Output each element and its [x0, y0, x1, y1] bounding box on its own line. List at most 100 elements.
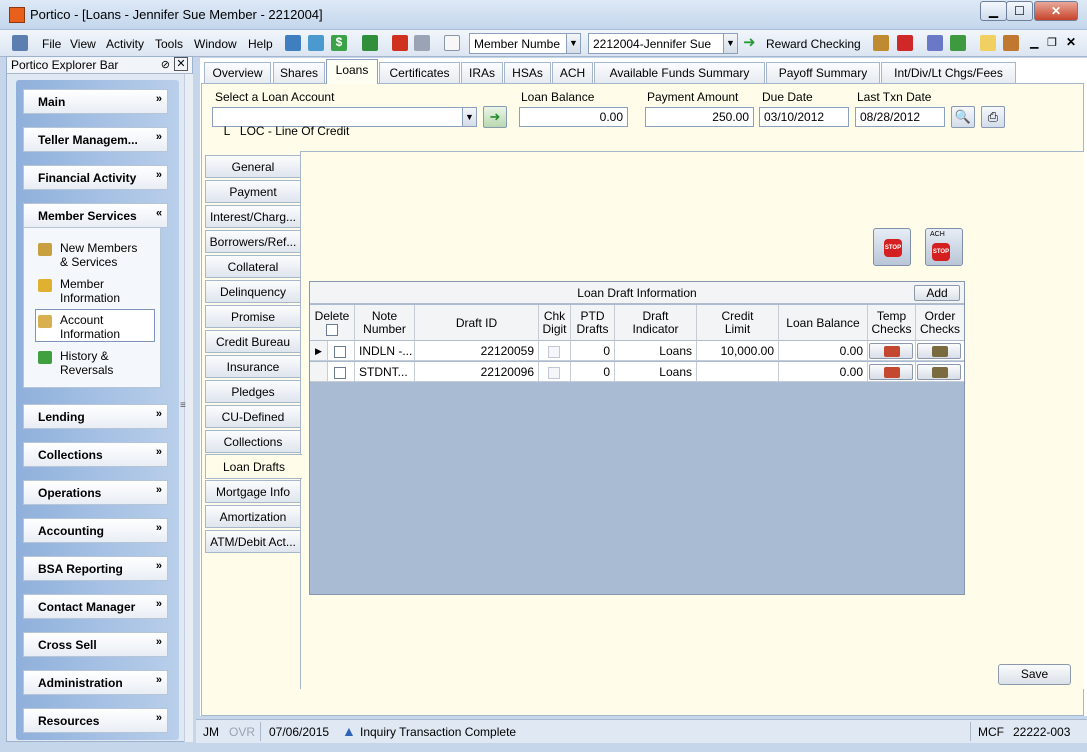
select-all-checkbox[interactable]: [326, 324, 338, 337]
menu-file[interactable]: File: [42, 37, 61, 51]
explorer-group-contact-manager[interactable]: Contact Manager »: [23, 594, 168, 619]
table-row[interactable]: STDNT... 22120096 0 Loans 0.00: [310, 362, 964, 382]
nav-label: & Services: [60, 255, 118, 269]
explorer-group-lending[interactable]: Lending »: [23, 404, 168, 429]
temp-checks-button[interactable]: [869, 343, 913, 359]
side-tab-promise[interactable]: Promise: [205, 305, 301, 328]
print-button[interactable]: ⎙: [981, 106, 1005, 128]
chevron-down-icon[interactable]: ▼: [723, 34, 737, 53]
mail-icon[interactable]: [980, 35, 996, 51]
splitter-grip-icon[interactable]: ≡: [180, 400, 186, 411]
side-tab-delinquency[interactable]: Delinquency: [205, 280, 301, 303]
cash-drawer-icon[interactable]: [362, 35, 378, 51]
side-tab-cu-defined[interactable]: CU-Defined: [205, 405, 301, 428]
ptd-drafts-cell[interactable]: 0: [571, 362, 615, 382]
menu-window[interactable]: Window: [194, 37, 237, 51]
explorer-group-teller[interactable]: Teller Managem... »: [23, 127, 168, 152]
tab-ach[interactable]: ACH: [552, 62, 593, 83]
tab-int-div-fees[interactable]: Int/Div/Lt Chgs/Fees: [881, 62, 1016, 83]
menu-view[interactable]: View: [70, 37, 96, 51]
tab-available-funds[interactable]: Available Funds Summary: [594, 62, 765, 83]
temp-checks-button[interactable]: [869, 364, 913, 380]
explorer-group-administration[interactable]: Administration »: [23, 670, 168, 695]
side-tab-collateral[interactable]: Collateral: [205, 255, 301, 278]
side-tab-credit-bureau[interactable]: Credit Bureau: [205, 330, 301, 353]
side-tab-collections[interactable]: Collections: [205, 430, 301, 453]
save-button[interactable]: Save: [998, 664, 1071, 685]
explorer-group-cross-sell[interactable]: Cross Sell »: [23, 632, 168, 657]
tab-loans[interactable]: Loans: [326, 59, 378, 84]
tab-hsas[interactable]: HSAs: [504, 62, 551, 83]
nav-member-information[interactable]: Member Information: [38, 277, 180, 305]
member-lookup-combo[interactable]: Member Numbe ▼: [469, 33, 581, 54]
tab-payoff-summary[interactable]: Payoff Summary: [766, 62, 880, 83]
order-checks-button[interactable]: [917, 364, 961, 380]
go-loan-button[interactable]: ➜: [483, 106, 507, 128]
menu-tools[interactable]: Tools: [155, 37, 183, 51]
table-row[interactable]: ▶ INDLN -... 22120059 0 Loans 10,000.00 …: [310, 341, 964, 361]
member-select-combo[interactable]: 2212004-Jennifer Sue ▼: [588, 33, 738, 54]
side-tab-amortization[interactable]: Amortization: [205, 505, 301, 528]
explorer-close-icon[interactable]: ✕: [174, 57, 188, 71]
explorer-group-operations[interactable]: Operations »: [23, 480, 168, 505]
side-tab-mortgage-info[interactable]: Mortgage Info: [205, 480, 301, 503]
delete-checkbox[interactable]: [334, 345, 346, 358]
side-tab-pledges[interactable]: Pledges: [205, 380, 301, 403]
dollar-icon[interactable]: $: [331, 35, 347, 51]
user-folder-icon[interactable]: [1003, 35, 1019, 51]
nav-history-reversals[interactable]: History & Reversals: [38, 349, 180, 377]
nav-account-information[interactable]: Account Information: [38, 313, 180, 341]
side-tab-interest[interactable]: Interest/Charg...: [205, 205, 301, 228]
card-icon[interactable]: [308, 35, 324, 51]
people-icon[interactable]: [873, 35, 889, 51]
tab-overview[interactable]: Overview: [204, 62, 271, 83]
maximize-button[interactable]: ☐: [1006, 1, 1033, 21]
nav-label: History &: [60, 349, 109, 363]
explorer-group-resources[interactable]: Resources »: [23, 708, 168, 733]
side-tab-payment[interactable]: Payment: [205, 180, 301, 203]
inquiry-button[interactable]: 🔍: [951, 106, 975, 128]
pin-icon[interactable]: ⊘: [161, 58, 170, 71]
minimize-button[interactable]: ▁: [980, 1, 1007, 21]
explorer-group-member-services[interactable]: Member Services »: [23, 203, 168, 228]
side-tab-borrowers[interactable]: Borrowers/Ref...: [205, 230, 301, 253]
explorer-group-accounting[interactable]: Accounting »: [23, 518, 168, 543]
menu-activity[interactable]: Activity: [106, 37, 144, 51]
explorer-group-collections[interactable]: Collections »: [23, 442, 168, 467]
add-draft-button[interactable]: Add: [914, 285, 960, 301]
chevron-down-icon[interactable]: ▼: [462, 108, 476, 126]
delete-checkbox[interactable]: [334, 366, 346, 379]
printer-icon[interactable]: [414, 35, 430, 51]
reward-checking-link[interactable]: Reward Checking: [766, 37, 861, 51]
app-menu-icon[interactable]: [12, 35, 28, 51]
ptd-drafts-cell[interactable]: 0: [571, 341, 615, 361]
ach-stop-button[interactable]: ACH STOP: [925, 228, 963, 266]
mdi-close-icon[interactable]: ✕: [1066, 35, 1076, 49]
side-tab-insurance[interactable]: Insurance: [205, 355, 301, 378]
document-icon[interactable]: [444, 35, 460, 51]
mdi-minimize-icon[interactable]: ▁: [1030, 36, 1038, 49]
explorer-group-main[interactable]: Main »: [23, 89, 168, 114]
calculator-icon[interactable]: [285, 35, 301, 51]
loan-account-select[interactable]: L LOC - Line Of Credit ▼: [212, 107, 477, 138]
side-tab-general[interactable]: General: [205, 155, 301, 178]
close-button[interactable]: ✕: [1034, 1, 1078, 21]
side-tab-atm-debit[interactable]: ATM/Debit Act...: [205, 530, 301, 553]
tab-iras[interactable]: IRAs: [461, 62, 503, 83]
order-checks-button[interactable]: [917, 343, 961, 359]
redo-arrow-icon[interactable]: [392, 35, 408, 51]
stop-payment-button[interactable]: STOP: [873, 228, 911, 266]
chart-icon[interactable]: [927, 35, 943, 51]
side-tab-loan-drafts[interactable]: Loan Drafts: [205, 454, 302, 479]
chevron-down-icon[interactable]: ▼: [566, 34, 580, 53]
nav-new-members[interactable]: New Members & Services: [38, 241, 180, 269]
explorer-group-bsa[interactable]: BSA Reporting »: [23, 556, 168, 581]
battery-icon[interactable]: [950, 35, 966, 51]
menu-help[interactable]: Help: [248, 37, 273, 51]
explorer-group-financial[interactable]: Financial Activity »: [23, 165, 168, 190]
go-arrow-icon[interactable]: ➜: [743, 35, 756, 50]
tab-shares[interactable]: Shares: [273, 62, 325, 83]
mdi-restore-icon[interactable]: ❐: [1047, 36, 1057, 49]
tab-certificates[interactable]: Certificates: [379, 62, 460, 83]
alert-icon[interactable]: [897, 35, 913, 51]
